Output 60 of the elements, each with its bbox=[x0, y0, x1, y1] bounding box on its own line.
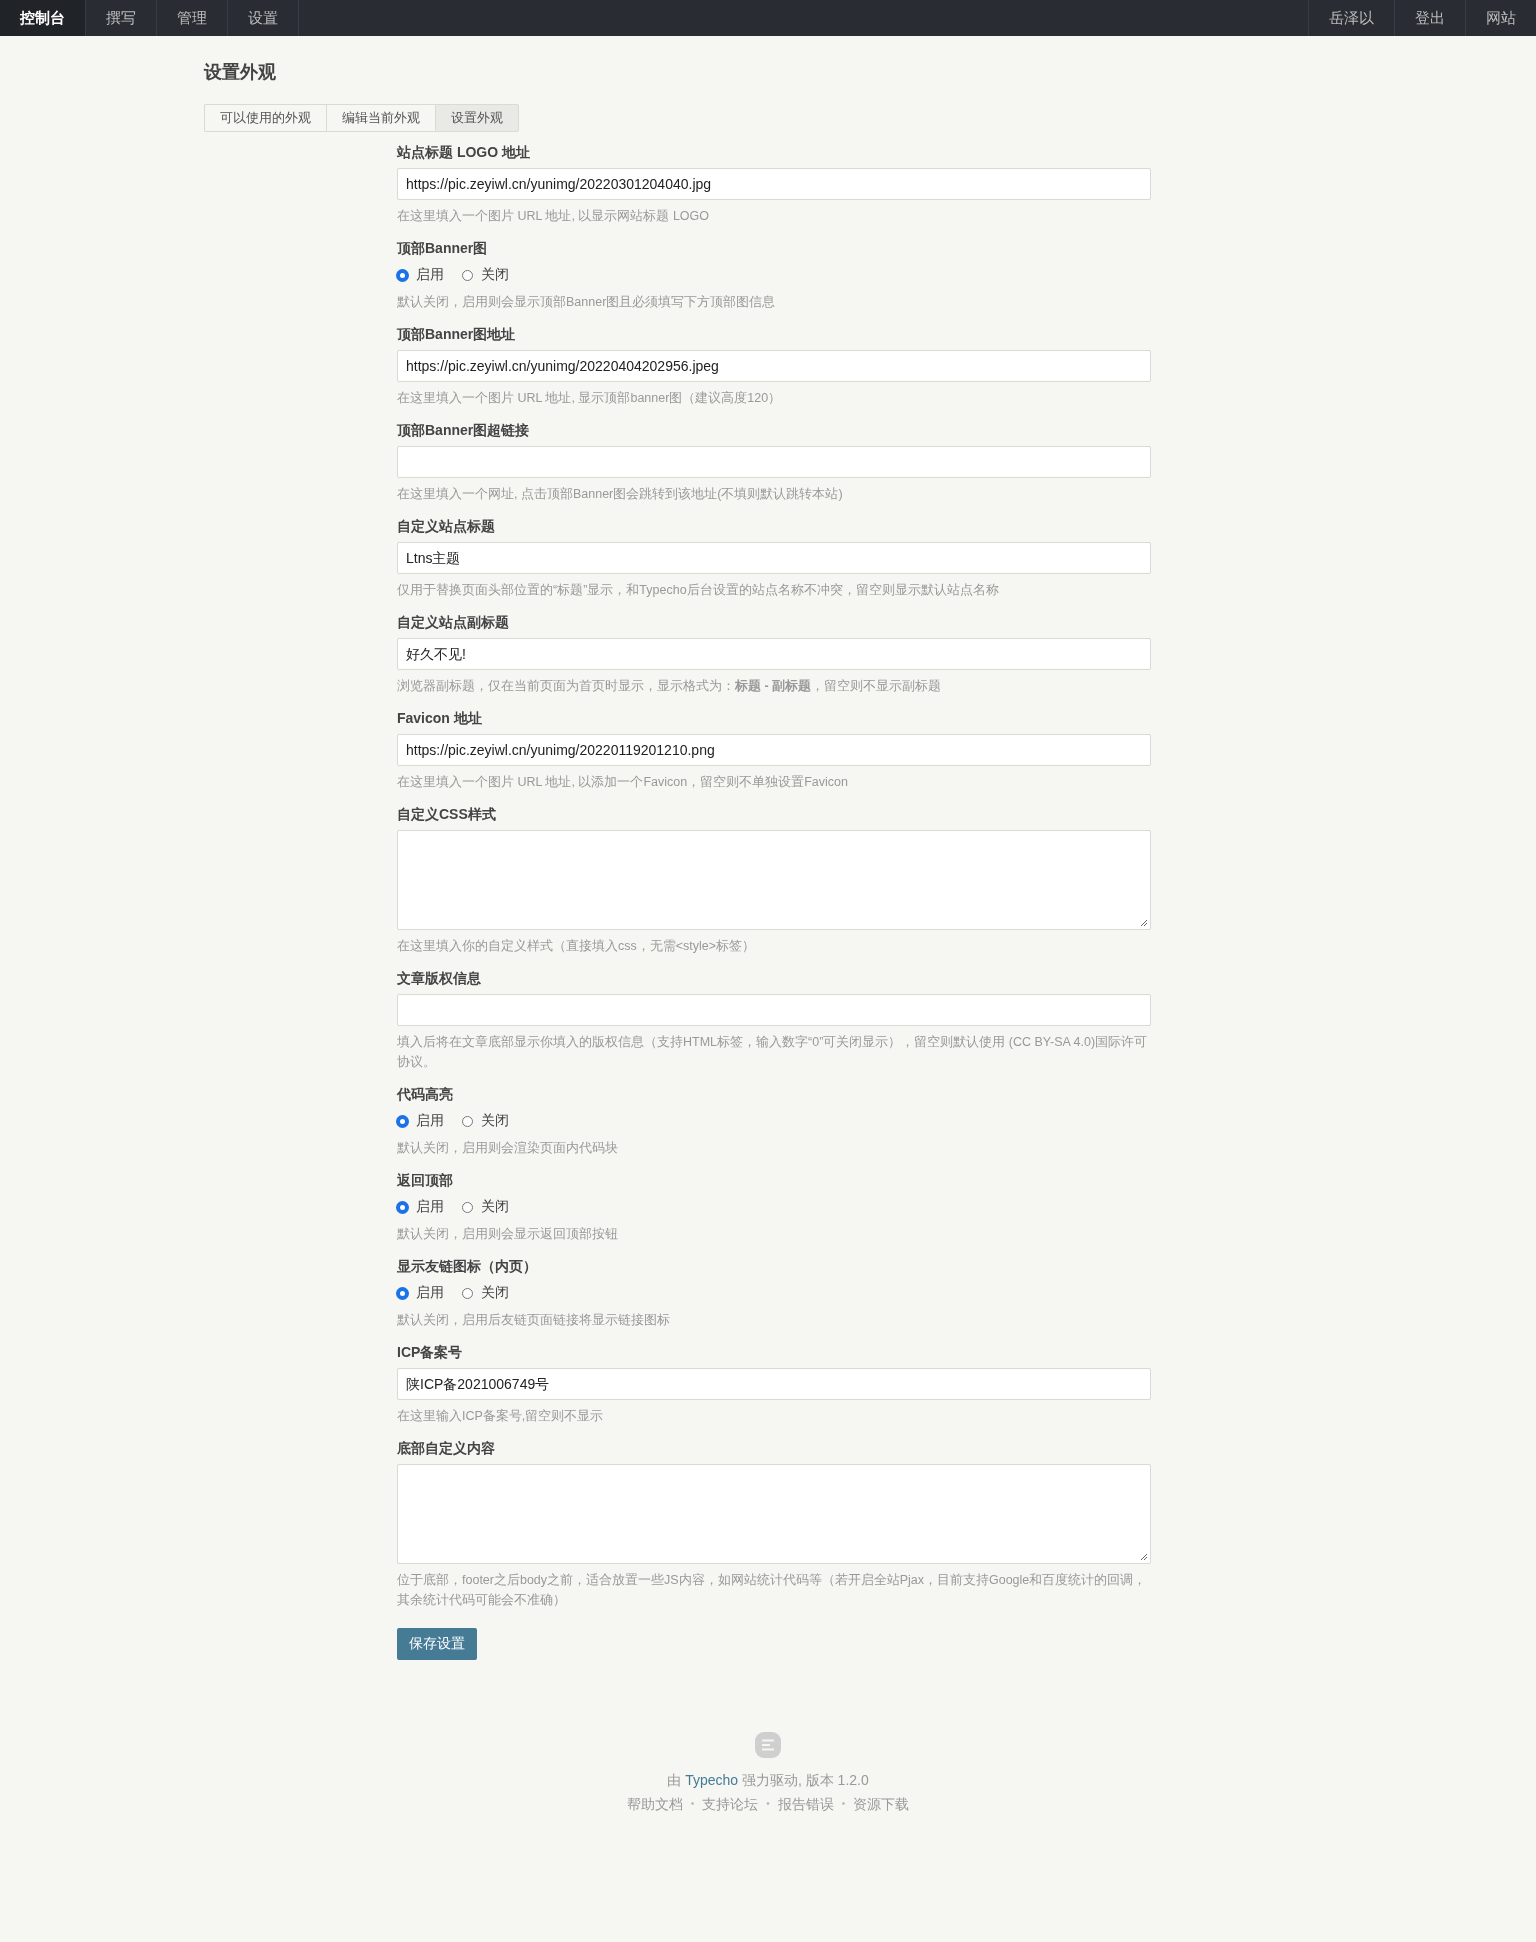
field-label: 文章版权信息 bbox=[397, 969, 482, 988]
input-field[interactable] bbox=[397, 446, 1151, 478]
radio-option[interactable]: 启用 bbox=[397, 1284, 444, 1302]
tab[interactable]: 可以使用的外观 bbox=[204, 104, 326, 132]
field-label: 自定义CSS样式 bbox=[397, 805, 497, 824]
field-hint: 位于底部，footer之后body之前，适合放置一些JS内容，如网站统计代码等（若开启全站Pjax，目前支持Google和百度统计的回调，其余统计代码可能会不准确） bbox=[397, 1572, 1148, 1609]
nav-item[interactable]: 登出 bbox=[1394, 0, 1465, 36]
field-label: 自定义站点副标题 bbox=[397, 613, 510, 632]
nav-item[interactable]: 网站 bbox=[1465, 0, 1536, 36]
field-hint: 默认关闭，启用则会渲染页面内代码块 bbox=[397, 1140, 619, 1157]
radio-option[interactable]: 启用 bbox=[397, 266, 444, 284]
radio-option[interactable]: 关闭 bbox=[462, 1112, 509, 1130]
field-hint: 默认关闭，启用则会显示顶部Banner图且必须填写下方顶部图信息 bbox=[397, 294, 777, 311]
radio-option[interactable]: 启用 bbox=[397, 1198, 444, 1216]
input-field[interactable]: Ltns主题 bbox=[397, 542, 1151, 574]
input-field[interactable]: https://pic.zeyiwl.cn/yunimg/20220301204040.jpg bbox=[397, 168, 1151, 200]
nav-item[interactable]: 岳泽以 bbox=[1308, 0, 1394, 36]
separator-dot: • bbox=[766, 1797, 770, 1811]
field-hint: 填入后将在文章底部显示你填入的版权信息（支持HTML标签，输入数字“0”可关闭显示），留空则默认使用 (CC BY-SA 4.0)国际许可协议。 bbox=[397, 1034, 1149, 1071]
page-title: 设置外观 bbox=[204, 61, 277, 84]
field-hint: 在这里填入你的自定义样式（直接填入css，无需<style>标签） bbox=[397, 938, 757, 955]
field-label: 顶部Banner图地址 bbox=[397, 325, 517, 344]
field-label: 顶部Banner图超链接 bbox=[397, 421, 531, 440]
input-field[interactable]: https://pic.zeyiwl.cn/yunimg/20220119201210.png bbox=[397, 734, 1151, 766]
radio-option[interactable]: 启用 bbox=[397, 1112, 444, 1130]
input-field[interactable]: 好久不见! bbox=[397, 638, 1151, 670]
input-field[interactable]: https://pic.zeyiwl.cn/yunimg/20220404202956.jpeg bbox=[397, 350, 1151, 382]
typecho-link[interactable]: Typecho bbox=[685, 1772, 739, 1788]
nav-item[interactable]: 撰写 bbox=[86, 0, 157, 36]
input-field[interactable] bbox=[397, 994, 1151, 1026]
nav-item[interactable]: 管理 bbox=[157, 0, 228, 36]
field-label: Favicon 地址 bbox=[397, 709, 483, 728]
field-hint: 默认关闭，启用则会显示返回顶部按钮 bbox=[397, 1226, 619, 1243]
field-label: ICP备案号 bbox=[397, 1343, 464, 1362]
resize-handle-icon[interactable] bbox=[1140, 1553, 1148, 1561]
radio-option[interactable]: 关闭 bbox=[462, 266, 509, 284]
field-hint: 在这里输入ICP备案号,留空则不显示 bbox=[397, 1408, 605, 1425]
input-field[interactable]: 陕ICP备2021006749号 bbox=[397, 1368, 1151, 1400]
logo-icon bbox=[755, 1732, 781, 1758]
separator-dot: • bbox=[841, 1797, 846, 1811]
resize-handle-icon[interactable] bbox=[1140, 919, 1148, 927]
field-label: 顶部Banner图 bbox=[397, 239, 489, 258]
field-label: 代码高亮 bbox=[397, 1085, 454, 1104]
nav-item[interactable]: 控制台 bbox=[0, 0, 86, 36]
field-hint: 默认关闭，启用后友链页面链接将显示链接图标 bbox=[397, 1312, 671, 1329]
powered-by-text: 由 Typecho 强力驱动, 版本 1.2.0 bbox=[667, 1771, 869, 1790]
tab[interactable]: 设置外观 bbox=[435, 104, 519, 132]
separator-dot: • bbox=[690, 1797, 695, 1811]
save-button[interactable]: 保存设置 bbox=[397, 1628, 477, 1660]
radio-option[interactable]: 关闭 bbox=[462, 1284, 509, 1302]
nav-item[interactable]: 设置 bbox=[228, 0, 299, 36]
field-label: 自定义站点标题 bbox=[397, 517, 496, 536]
field-hint: 仅用于替换页面头部位置的“标题”显示，和Typecho后台设置的站点名称不冲突，留空则显示默认站点名称 bbox=[397, 582, 1000, 599]
tab[interactable]: 编辑当前外观 bbox=[326, 104, 435, 132]
field-label: 显示友链图标（内页） bbox=[397, 1257, 538, 1276]
field-label: 站点标题 LOGO 地址 bbox=[397, 143, 531, 162]
radio-option[interactable]: 关闭 bbox=[462, 1198, 509, 1216]
field-label: 底部自定义内容 bbox=[397, 1439, 496, 1458]
field-hint: 浏览器副标题，仅在当前页面为首页时显示，显示格式为：标题 - 副标题，留空则不显示副标题 bbox=[397, 678, 943, 695]
field-label: 返回顶部 bbox=[397, 1171, 454, 1190]
